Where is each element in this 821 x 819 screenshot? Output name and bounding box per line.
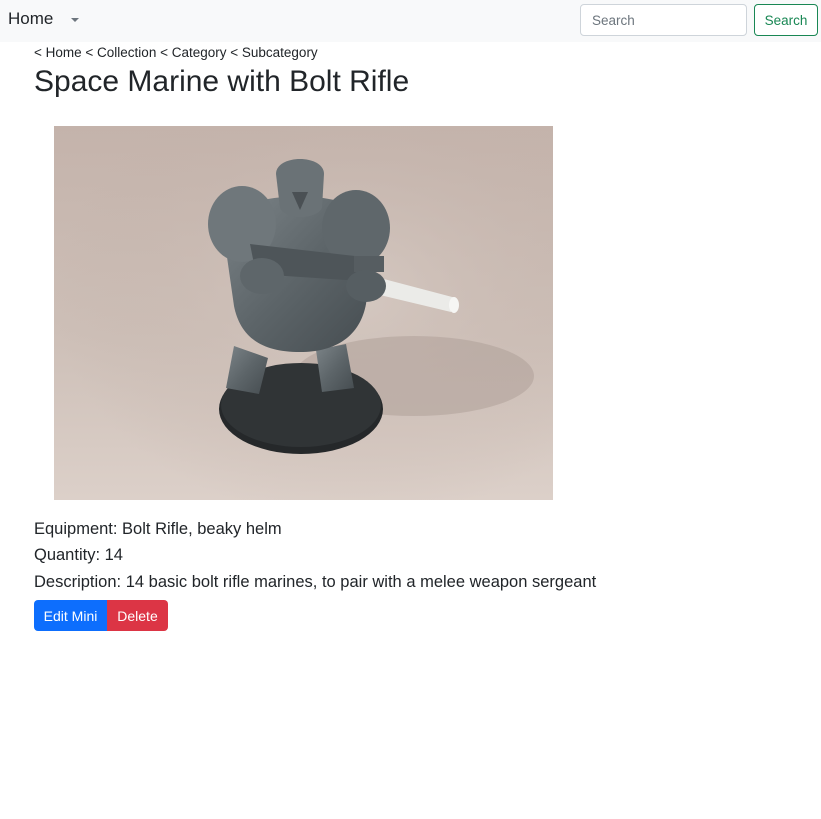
delete-button[interactable]: Delete: [107, 600, 168, 631]
breadcrumb-collection[interactable]: < Collection: [82, 45, 156, 60]
breadcrumb-home[interactable]: < Home: [34, 45, 82, 60]
breadcrumb-category[interactable]: < Category: [156, 45, 226, 60]
breadcrumb: < Home < Collection < Category < Subcate…: [34, 45, 318, 60]
search-input[interactable]: [580, 4, 747, 36]
miniature-photo: [54, 126, 553, 500]
equipment-text: Equipment: Bolt Rifle, beaky helm: [34, 520, 282, 538]
quantity-text: Quantity: 14: [34, 546, 123, 564]
navbar: Home Search: [0, 0, 821, 42]
miniature-image: [54, 126, 553, 500]
breadcrumb-subcategory[interactable]: < Subcategory: [227, 45, 317, 60]
search-button[interactable]: Search: [754, 4, 818, 36]
home-link[interactable]: Home: [8, 9, 53, 29]
description-text: Description: 14 basic bolt rifle marines…: [34, 573, 597, 591]
caret-down-icon[interactable]: [66, 13, 82, 29]
edit-mini-button[interactable]: Edit Mini: [34, 600, 107, 631]
page-title: Space Marine with Bolt Rifle: [34, 65, 410, 98]
